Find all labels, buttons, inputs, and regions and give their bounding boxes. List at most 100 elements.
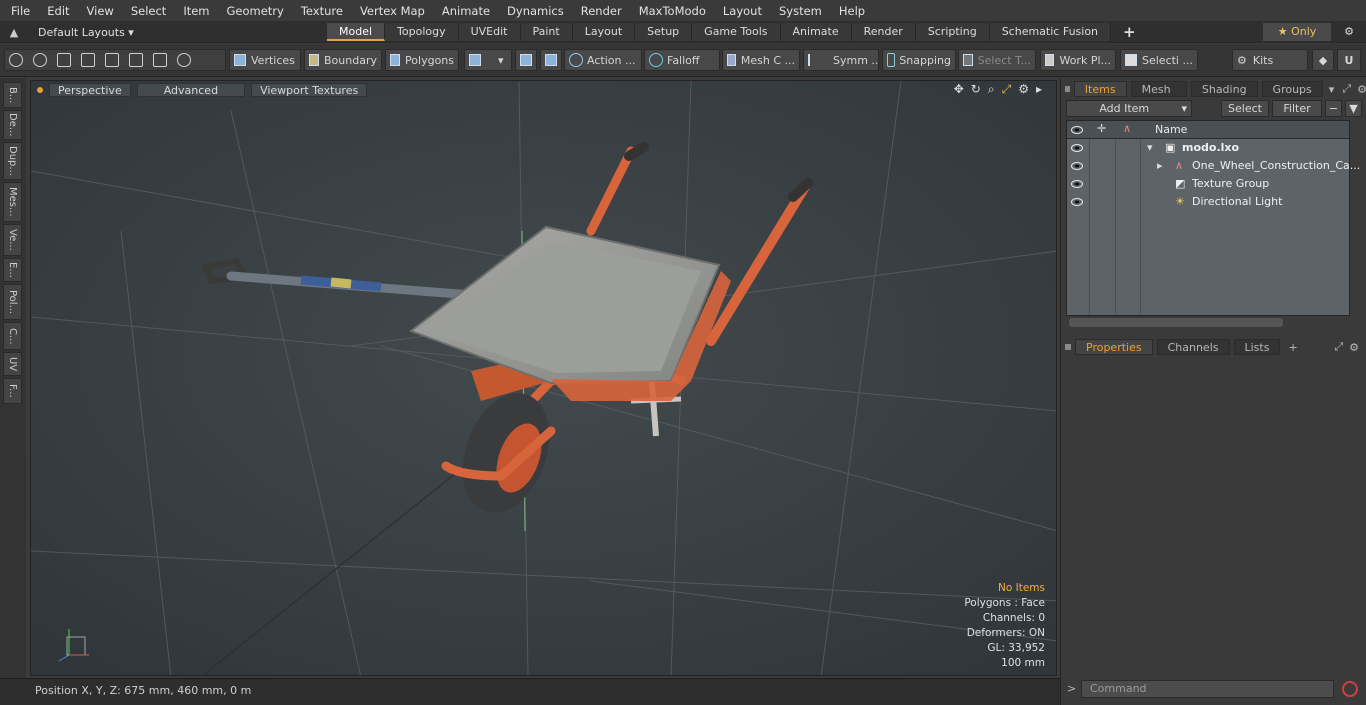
side-tab-vertex[interactable]: Ve...: [3, 224, 22, 256]
transform-icon[interactable]: [129, 53, 143, 67]
side-tab-duplicate[interactable]: Dup...: [3, 142, 22, 180]
menu-edit[interactable]: Edit: [36, 4, 75, 18]
side-tab-polygon[interactable]: Pol...: [3, 284, 22, 320]
falloff-button[interactable]: Falloff: [644, 49, 720, 71]
tab-lists[interactable]: Lists: [1233, 339, 1281, 355]
select-button[interactable]: Select: [1221, 100, 1269, 117]
viewport-settings-icon[interactable]: ⚙: [1018, 82, 1029, 97]
panel-dot-icon[interactable]: [1065, 86, 1070, 92]
record-icon[interactable]: [1342, 681, 1358, 697]
globe-icon[interactable]: [33, 53, 47, 67]
tab-animate[interactable]: Animate: [780, 23, 852, 41]
menu-maxtomodo[interactable]: MaxToModo: [628, 4, 712, 18]
viewport-arrow-icon[interactable]: ▸: [1036, 82, 1042, 97]
menu-texture[interactable]: Texture: [290, 4, 349, 18]
symmetry-button[interactable]: Symm ...: [803, 49, 879, 71]
select-through-button[interactable]: Select T...: [958, 49, 1036, 71]
visibility-eye-icon[interactable]: [1071, 180, 1083, 188]
item-row-light[interactable]: ☀ Directional Light: [1067, 193, 1349, 211]
side-tab-edge[interactable]: E...: [3, 258, 22, 282]
name-column-header[interactable]: Name: [1155, 123, 1187, 136]
maximize-icon[interactable]: ⤢: [1002, 82, 1012, 97]
unity-icon[interactable]: ◆: [1312, 49, 1334, 71]
tab-properties[interactable]: Properties: [1075, 339, 1153, 355]
panel-menu-icon[interactable]: ▾: [1329, 83, 1335, 96]
menu-dynamics[interactable]: Dynamics: [496, 4, 570, 18]
visibility-eye-icon[interactable]: [1071, 198, 1083, 206]
mesh-constraint-button[interactable]: Mesh C ...: [722, 49, 800, 71]
zoom-icon[interactable]: ⌕: [988, 82, 995, 97]
expand-arrow-icon[interactable]: ▸: [1157, 157, 1163, 175]
layout-arrow-icon[interactable]: ▲: [0, 26, 28, 39]
boundary-button[interactable]: Boundary: [304, 49, 382, 71]
tab-mesh[interactable]: Mesh ...: [1130, 81, 1187, 112]
action-center-button[interactable]: Action ...: [564, 49, 642, 71]
item-row-texture-group[interactable]: ◩ Texture Group: [1067, 175, 1349, 193]
tab-topology[interactable]: Topology: [385, 23, 459, 41]
selection-sets-button[interactable]: Selecti ...: [1120, 49, 1198, 71]
panel-dot-icon[interactable]: [1065, 344, 1071, 350]
viewport-textures-dropdown[interactable]: Viewport Textures: [251, 82, 368, 97]
advanced-dropdown[interactable]: Advanced: [136, 82, 246, 97]
expand-arrow-icon[interactable]: ▾: [1147, 139, 1153, 157]
visibility-eye-icon[interactable]: [1071, 144, 1083, 152]
visibility-header-icon[interactable]: [1071, 126, 1083, 134]
menu-select[interactable]: Select: [120, 4, 172, 18]
tab-paint[interactable]: Paint: [520, 23, 573, 41]
filter-button[interactable]: Filter: [1272, 100, 1322, 117]
tab-setup[interactable]: Setup: [635, 23, 693, 41]
frame-icon[interactable]: [153, 53, 167, 67]
work-plane-button[interactable]: Work Pl...: [1040, 49, 1116, 71]
command-input[interactable]: Command: [1081, 680, 1334, 698]
tab-game-tools[interactable]: Game Tools: [692, 23, 781, 41]
panel-settings-icon[interactable]: ⚙: [1349, 341, 1359, 354]
side-tab-mesh-edit[interactable]: Mes...: [3, 182, 22, 222]
side-tab-deform[interactable]: De...: [3, 110, 22, 140]
panel-settings-icon[interactable]: ⚙: [1357, 83, 1366, 96]
panel-expand-icon[interactable]: ⤢: [1342, 82, 1351, 96]
tab-schematic-fusion[interactable]: Schematic Fusion: [989, 23, 1112, 41]
tab-scripting[interactable]: Scripting: [915, 23, 990, 41]
menu-render[interactable]: Render: [570, 4, 628, 18]
side-tab-curve[interactable]: C...: [3, 322, 22, 350]
vertices-button[interactable]: Vertices: [229, 49, 301, 71]
snapping-button[interactable]: Snapping: [882, 49, 956, 71]
menu-geometry[interactable]: Geometry: [216, 4, 290, 18]
menu-item[interactable]: Item: [172, 4, 215, 18]
panel-expand-icon[interactable]: ⤢: [1334, 340, 1343, 354]
item-row-scene[interactable]: ▾ ▣ modo.lxo: [1067, 139, 1349, 157]
brush-icon[interactable]: [81, 53, 95, 67]
snap-toggle-a[interactable]: [515, 49, 537, 71]
add-tab-icon[interactable]: +: [1288, 341, 1297, 354]
menu-animate[interactable]: Animate: [431, 4, 496, 18]
3d-viewport[interactable]: Perspective Advanced Viewport Textures ✥…: [30, 80, 1057, 676]
side-tab-basic[interactable]: B...: [3, 82, 22, 108]
menu-system[interactable]: System: [768, 4, 828, 18]
viewport-scene[interactable]: [31, 81, 1057, 676]
pen-icon[interactable]: [57, 53, 71, 67]
rotate-icon[interactable]: [177, 53, 191, 67]
side-tab-fusion[interactable]: F...: [3, 378, 22, 404]
lock-header-icon[interactable]: ✛: [1097, 122, 1106, 135]
side-tab-uv[interactable]: UV: [3, 352, 22, 376]
items-hscrollbar[interactable]: [1069, 318, 1283, 327]
collapse-icon[interactable]: −: [1325, 100, 1342, 117]
menu-vertex-map[interactable]: Vertex Map: [349, 4, 431, 18]
add-item-button[interactable]: Add Item ▾: [1066, 100, 1192, 117]
visibility-eye-icon[interactable]: [1071, 162, 1083, 170]
menu-view[interactable]: View: [76, 4, 120, 18]
align-icon[interactable]: [105, 53, 119, 67]
layouts-dropdown[interactable]: Default Layouts ▾: [38, 26, 134, 39]
menu-layout[interactable]: Layout: [712, 4, 768, 18]
only-toggle[interactable]: ★ Only: [1263, 23, 1331, 41]
tab-render[interactable]: Render: [851, 23, 916, 41]
unreal-icon[interactable]: U: [1337, 49, 1361, 71]
tab-model[interactable]: Model: [327, 23, 386, 41]
rotate-view-icon[interactable]: ↻: [971, 82, 981, 97]
kits-button[interactable]: ⚙ Kits: [1232, 49, 1308, 71]
circle-select-icon[interactable]: [9, 53, 23, 67]
perspective-dropdown[interactable]: Perspective: [49, 82, 131, 97]
viewport-dot-icon[interactable]: [37, 86, 43, 93]
item-mode-button[interactable]: ▾: [464, 49, 512, 71]
funnel-icon[interactable]: ▼: [1345, 100, 1362, 117]
